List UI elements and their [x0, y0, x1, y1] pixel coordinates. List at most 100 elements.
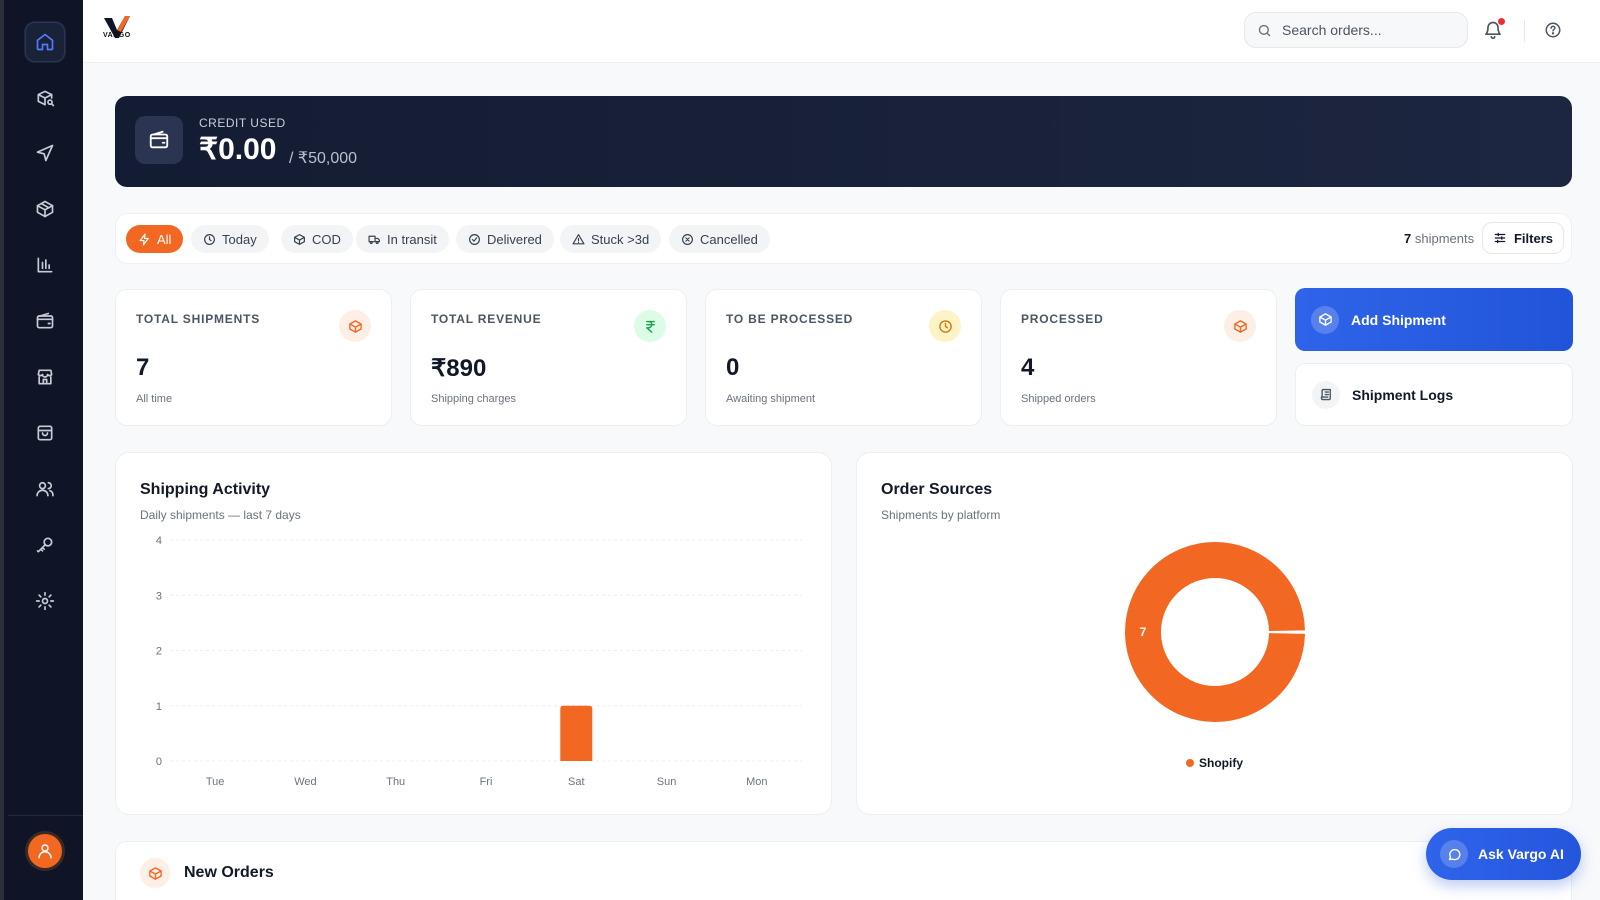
truck-icon	[368, 235, 380, 244]
stat-label: TO BE PROCESSED	[726, 312, 854, 326]
bar-chart-icon	[37, 257, 53, 273]
filter-chip-label: Stuck >3d	[591, 231, 650, 247]
filter-chip-label: COD	[312, 231, 341, 247]
filter-chip-today[interactable]: Today	[191, 225, 269, 253]
store-icon	[37, 369, 53, 385]
add-shipment-button[interactable]: Add Shipment	[1295, 288, 1573, 351]
sidebar-item-store[interactable]	[25, 357, 65, 397]
legend-label-shopify: Shopify	[1199, 756, 1243, 770]
sidebar-divider	[8, 815, 83, 816]
wallet-icon	[36, 312, 54, 329]
new-orders-title: New Orders	[184, 864, 274, 881]
ask-ai-icon-badge	[1440, 840, 1468, 868]
y-tick-label: 4	[156, 535, 162, 547]
x-tick-label: Tue	[206, 776, 225, 788]
credit-amount: ₹0.00	[199, 133, 277, 166]
y-tick-label: 1	[156, 701, 162, 713]
sidebar-item-track[interactable]	[25, 78, 65, 118]
search-input[interactable]	[1282, 22, 1452, 38]
shipment-logs-button[interactable]: Shipment Logs	[1295, 363, 1573, 426]
scroll-icon	[1320, 388, 1331, 401]
shipment-logs-icon-badge	[1312, 380, 1340, 409]
ask-ai-button[interactable]: Ask Vargo AI	[1426, 828, 1581, 880]
legend-dot-shopify	[1186, 759, 1194, 767]
filter-chip-delivered[interactable]: Delivered	[456, 225, 554, 253]
warning-icon	[572, 233, 585, 244]
search-box[interactable]	[1244, 12, 1468, 48]
sidebar-item-home[interactable]	[25, 22, 65, 62]
x-tick-label: Mon	[746, 776, 767, 788]
filter-chip-in-transit[interactable]: In transit	[356, 225, 449, 253]
shipment-logs-label: Shipment Logs	[1352, 386, 1454, 403]
key-icon	[36, 537, 53, 553]
sidebar-item-wallet[interactable]	[25, 301, 65, 341]
stat-value: 7	[136, 354, 150, 381]
new-orders-icon-badge	[140, 858, 170, 888]
stat-card-to-be-processed: TO BE PROCESSED 0 Awaiting shipment	[705, 289, 982, 426]
stat-value: 4	[1021, 354, 1035, 381]
sidebar-item-api-keys[interactable]	[25, 525, 65, 565]
package-icon	[348, 319, 362, 333]
box-icon	[294, 233, 305, 245]
stat-icon-badge	[634, 310, 666, 342]
x-tick-label: Sat	[568, 776, 585, 788]
topbar: VARGO	[83, 0, 1600, 63]
x-circle-icon	[682, 233, 693, 245]
send-icon	[36, 144, 54, 162]
y-tick-label: 0	[156, 756, 162, 768]
donut-slice-shopify[interactable]	[1125, 542, 1305, 722]
stat-icon-badge	[1224, 310, 1256, 342]
filter-chip-label: All	[157, 231, 172, 247]
filter-chip-all[interactable]: All	[126, 225, 184, 253]
stat-label: TOTAL REVENUE	[431, 312, 542, 326]
sidebar-item-bag[interactable]	[25, 413, 65, 453]
stat-label: TOTAL SHIPMENTS	[136, 312, 261, 326]
credit-label: CREDIT USED	[199, 116, 286, 130]
help-icon[interactable]	[1544, 21, 1562, 39]
bar-sat[interactable]	[560, 705, 593, 761]
search-icon	[1258, 24, 1271, 36]
sidebar-item-users[interactable]	[25, 469, 65, 509]
filter-bar: All Today COD In transit Delivered Stuck…	[115, 213, 1572, 264]
stat-subtext: Shipping charges	[431, 393, 517, 405]
rupee-icon	[645, 320, 655, 333]
filters-button-label: Filters	[1513, 230, 1553, 246]
add-shipment-label: Add Shipment	[1351, 311, 1446, 328]
filter-chip-cod[interactable]: COD	[281, 225, 353, 253]
sidebar-item-send[interactable]	[25, 133, 65, 173]
sidebar-item-orders[interactable]	[25, 189, 65, 229]
order-sources-legend: Shopify	[857, 756, 1572, 770]
x-tick-label: Thu	[386, 776, 405, 788]
filter-chip-cancelled[interactable]: Cancelled	[669, 225, 770, 253]
shipment-count-number: 7	[1404, 231, 1412, 246]
order-sources-card: Order Sources Shipments by platform 7 Sh…	[856, 452, 1573, 815]
user-icon	[38, 844, 52, 859]
sidebar	[0, 0, 83, 900]
home-icon	[36, 33, 54, 51]
clock-icon	[938, 319, 952, 333]
filter-chip-label: Delivered	[487, 231, 542, 247]
package-icon	[36, 200, 54, 218]
user-avatar[interactable]	[28, 834, 62, 868]
x-tick-label: Wed	[294, 776, 316, 788]
users-icon	[36, 481, 54, 497]
donut-data-label: 7	[1140, 625, 1147, 639]
sidebar-item-settings[interactable]	[25, 581, 65, 621]
stat-value: 0	[726, 354, 740, 381]
shipment-count: 7 shipments	[1404, 231, 1474, 246]
stat-card-processed: PROCESSED 4 Shipped orders	[1000, 289, 1277, 426]
filter-chip-stuck[interactable]: Stuck >3d	[560, 225, 662, 253]
filter-chip-label: Today	[222, 231, 257, 247]
credit-limit: / ₹50,000	[289, 150, 358, 167]
package-icon	[1233, 319, 1247, 333]
check-circle-icon	[469, 233, 480, 245]
filters-button[interactable]: Filters	[1482, 222, 1564, 254]
clock-icon	[204, 233, 215, 245]
credit-wallet-badge	[135, 116, 183, 164]
shipping-activity-card: Shipping Activity Daily shipments — last…	[115, 452, 832, 815]
shipping-activity-chart: 0 1 2 3 4 Tue Wed Thu Fri Sat Sun Mon	[156, 535, 802, 788]
package-plus-icon	[1318, 313, 1332, 326]
stat-value: ₹890	[431, 355, 487, 382]
x-tick-label: Fri	[480, 776, 493, 788]
sidebar-item-analytics[interactable]	[25, 245, 65, 285]
